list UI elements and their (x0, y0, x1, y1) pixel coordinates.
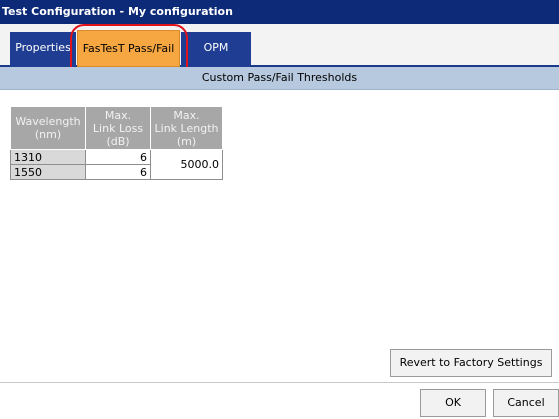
window-title: Test Configuration - My configuration (0, 0, 559, 24)
header-line: (nm) (34, 128, 62, 141)
max-link-loss-field[interactable]: 6 (85, 149, 151, 165)
header-line: (dB) (106, 134, 130, 148)
header-line: Max. (173, 108, 200, 122)
header-line: Link Length (154, 121, 219, 135)
max-link-length-field[interactable]: 5000.0 (150, 149, 223, 180)
header-line: Link Loss (92, 121, 144, 135)
header-line: Wavelength (15, 115, 81, 128)
column-header-max-link-loss: Max. Link Loss (dB) (85, 106, 151, 150)
table-row: 1310 6 5000.0 (10, 149, 223, 180)
tab-fastest-pass-fail[interactable]: FasTesT Pass/Fail (77, 30, 180, 67)
section-title: Custom Pass/Fail Thresholds (0, 67, 559, 90)
max-link-loss-field[interactable]: 6 (85, 164, 151, 180)
wavelength-cell: 1310 (10, 149, 86, 165)
header-line: Max. (104, 108, 132, 122)
column-header-max-link-length: Max. Link Length (m) (150, 106, 223, 150)
wavelength-cell: 1550 (10, 164, 86, 180)
footer-divider (0, 382, 559, 383)
cancel-button[interactable]: Cancel (493, 389, 559, 417)
tab-properties[interactable]: Properties (10, 32, 76, 67)
ok-button[interactable]: OK (420, 389, 486, 417)
tab-opm-pass-fail[interactable]: OPM Pass/Fail (181, 32, 251, 85)
column-header-wavelength: Wavelength (nm) (10, 106, 86, 150)
thresholds-table: Wavelength (nm) Max. Link Loss (dB) Max.… (10, 106, 223, 180)
header-line: (m) (176, 134, 197, 148)
revert-to-factory-settings-button[interactable]: Revert to Factory Settings (390, 349, 552, 377)
